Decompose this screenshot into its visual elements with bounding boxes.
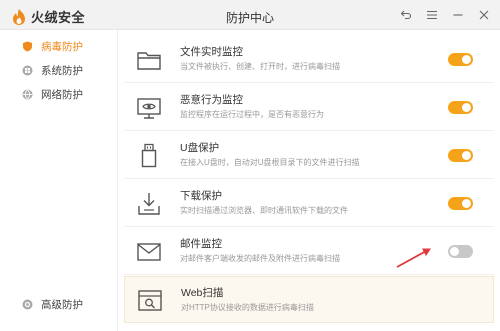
protection-row-web-scan[interactable]: Web扫描 对HTTP协议接收的数据进行病毒扫描: [124, 276, 494, 323]
row-description: 监控程序在运行过程中，是否有恶意行为: [180, 110, 324, 119]
mail-icon: [137, 243, 161, 261]
row-description: 实时扫描通过浏览器、即时通讯软件下载的文件: [180, 206, 348, 215]
sidebar-item-advanced-protection[interactable]: 高级防护: [0, 292, 118, 316]
web-scan-icon: [138, 290, 162, 311]
globe-icon: [22, 89, 33, 99]
protection-row-behavior-monitor: 恶意行为监控 监控程序在运行过程中，是否有恶意行为: [124, 84, 494, 131]
brand-name: 火绒安全: [31, 10, 86, 25]
window-controls: [398, 7, 492, 23]
back-arrow-icon: [400, 10, 412, 20]
row-description: 对HTTP协议接收的数据进行病毒扫描: [181, 303, 314, 312]
file-monitor-toggle[interactable]: [448, 53, 473, 66]
shield-icon: [23, 41, 32, 51]
row-title: 下载保护: [180, 190, 222, 202]
sidebar-item-system-protection[interactable]: 系统防护: [0, 58, 118, 82]
download-icon: [138, 193, 160, 215]
usb-protection-toggle[interactable]: [448, 149, 473, 162]
sidebar: 病毒防护 系统防护 网络防护 高级防护: [0, 30, 118, 331]
menu-icon: [427, 10, 437, 20]
row-title: 恶意行为监控: [180, 94, 243, 106]
minimize-icon: [453, 14, 463, 16]
minimize-button[interactable]: [450, 7, 466, 23]
row-title: 邮件监控: [180, 238, 222, 250]
toggle-knob: [462, 199, 471, 208]
row-title: 文件实时监控: [180, 46, 243, 58]
protection-list: 文件实时监控 当文件被执行、创建、打开时，进行病毒扫描 恶意行为监控 监控程序在…: [118, 30, 500, 331]
sidebar-item-label: 系统防护: [41, 64, 83, 77]
close-button[interactable]: [476, 7, 492, 23]
behavior-monitor-toggle[interactable]: [448, 101, 473, 114]
download-protection-toggle[interactable]: [448, 197, 473, 210]
usb-icon: [141, 143, 157, 168]
row-title: Web扫描: [181, 287, 224, 299]
sidebar-item-network-protection[interactable]: 网络防护: [0, 82, 118, 106]
monitor-eye-icon: [137, 98, 161, 119]
protection-row-mail-monitor: 邮件监控 对邮件客户端收发的邮件及附件进行病毒扫描: [124, 228, 494, 275]
annotation-arrow-icon: [396, 248, 431, 268]
row-description: 对邮件客户端收发的邮件及附件进行病毒扫描: [180, 254, 340, 263]
protection-row-file-monitor: 文件实时监控 当文件被执行、创建、打开时，进行病毒扫描: [124, 36, 494, 83]
close-icon: [479, 10, 489, 20]
protection-row-download-protection: 下载保护 实时扫描通过浏览器、即时通讯软件下载的文件: [124, 180, 494, 227]
toggle-knob: [462, 55, 471, 64]
row-description: 当文件被执行、创建、打开时，进行病毒扫描: [180, 62, 340, 71]
windows-icon: [22, 65, 33, 75]
mail-monitor-toggle[interactable]: [448, 245, 473, 258]
row-title: U盘保护: [180, 142, 220, 154]
folder-icon: [137, 52, 161, 70]
title-bar: 火绒安全 防护中心: [0, 0, 500, 30]
flame-logo-icon: [13, 8, 25, 25]
toggle-knob: [450, 247, 459, 256]
back-button[interactable]: [398, 7, 414, 23]
sidebar-item-virus-protection[interactable]: 病毒防护: [0, 34, 118, 58]
menu-button[interactable]: [424, 7, 440, 23]
sidebar-item-label: 高级防护: [41, 298, 83, 311]
sidebar-item-label: 网络防护: [41, 88, 83, 101]
row-description: 在接入U盘时，自动对U盘根目录下的文件进行扫描: [180, 158, 360, 167]
gear-icon: [22, 299, 33, 309]
sidebar-item-label: 病毒防护: [41, 40, 83, 53]
toggle-knob: [462, 151, 471, 160]
toggle-knob: [462, 103, 471, 112]
protection-row-usb-protection: U盘保护 在接入U盘时，自动对U盘根目录下的文件进行扫描: [124, 132, 494, 179]
app-logo: 火绒安全: [12, 7, 85, 26]
